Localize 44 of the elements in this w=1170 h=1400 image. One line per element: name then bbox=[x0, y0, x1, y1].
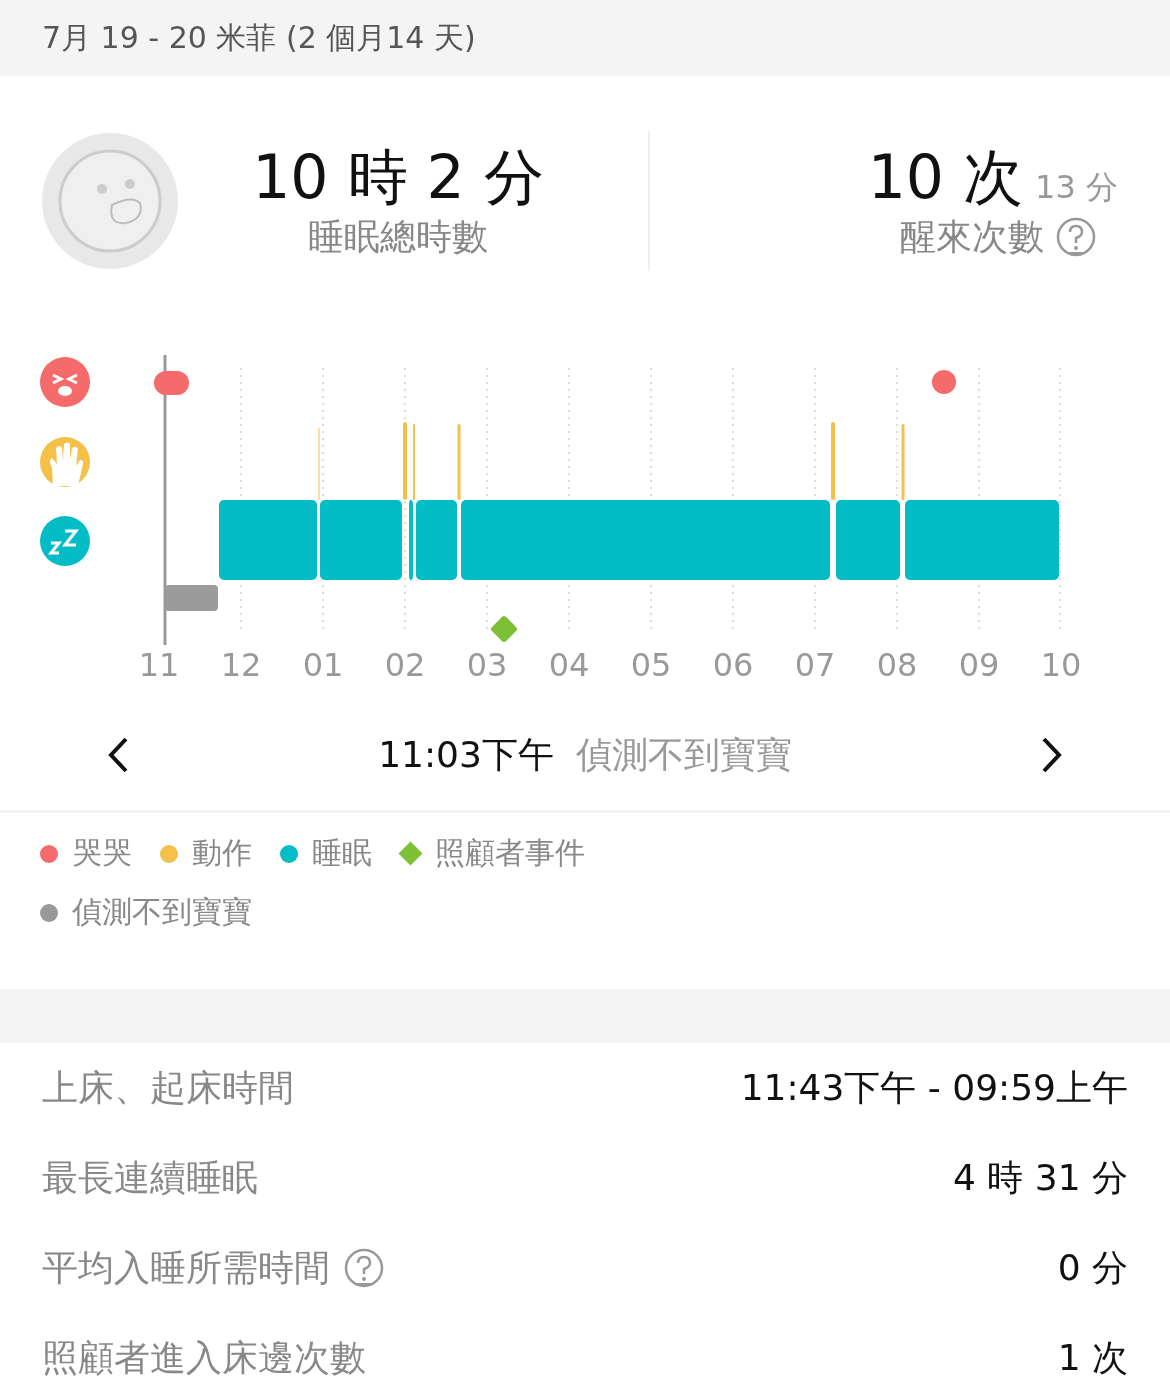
crying-face-icon bbox=[40, 357, 90, 407]
hour-label: 04 bbox=[548, 646, 590, 684]
hour-label: 08 bbox=[876, 646, 918, 684]
chevron-left-icon[interactable] bbox=[106, 736, 130, 774]
hour-label: 10 bbox=[1040, 646, 1082, 684]
sleep-icon bbox=[40, 516, 90, 566]
event-time: 11:03下午 bbox=[378, 732, 554, 777]
wakeup-duration: 13 分 bbox=[1035, 166, 1118, 208]
event-status: 偵測不到寶寶 bbox=[575, 732, 792, 777]
chevron-right-icon[interactable] bbox=[1040, 736, 1064, 774]
stat-value: 4 時 31 分 bbox=[952, 1155, 1128, 1200]
help-icon[interactable] bbox=[344, 1248, 384, 1288]
legend-label: 偵測不到寶寶 bbox=[72, 893, 252, 931]
hour-label: 01 bbox=[302, 646, 344, 684]
crying-mark bbox=[154, 371, 189, 395]
stat-label: 平均入睡所需時間 bbox=[42, 1245, 330, 1290]
total-sleep-value: 10 時 2 分 bbox=[252, 140, 544, 213]
legend-label: 照顧者事件 bbox=[435, 834, 585, 872]
stat-value: 11:43下午 - 09:59上午 bbox=[740, 1065, 1128, 1110]
total-sleep-label: 睡眠總時數 bbox=[308, 214, 488, 259]
stat-value: 1 次 bbox=[1057, 1335, 1128, 1380]
stat-label: 最長連續睡眠 bbox=[42, 1155, 258, 1200]
legend-label: 睡眠 bbox=[312, 834, 372, 872]
stat-value: 0 分 bbox=[1057, 1245, 1128, 1290]
hour-label: 12 bbox=[220, 646, 262, 684]
stat-label: 照顧者進入床邊次數 bbox=[42, 1335, 366, 1380]
help-icon[interactable] bbox=[1056, 217, 1096, 257]
legend-label: 動作 bbox=[192, 834, 252, 872]
hour-label: 03 bbox=[466, 646, 508, 684]
motion-mark bbox=[318, 428, 320, 500]
crying-mark bbox=[932, 370, 956, 394]
wakeup-count: 10 次 bbox=[867, 140, 1024, 213]
smiley-face-icon bbox=[42, 133, 178, 269]
hour-label: 09 bbox=[958, 646, 1000, 684]
hour-label: 02 bbox=[384, 646, 426, 684]
stat-label: 上床、起床時間 bbox=[42, 1065, 294, 1110]
hour-label: 05 bbox=[630, 646, 672, 684]
wakeup-label: 醒來次數 bbox=[900, 214, 1044, 259]
hour-label: 06 bbox=[712, 646, 754, 684]
hour-label: 07 bbox=[794, 646, 836, 684]
legend-label: 哭哭 bbox=[72, 834, 132, 872]
header-title: 7月 19 - 20 米菲 (2 個月14 天) bbox=[42, 18, 476, 57]
hour-label: 11 bbox=[138, 646, 180, 684]
hand-icon bbox=[40, 437, 90, 487]
